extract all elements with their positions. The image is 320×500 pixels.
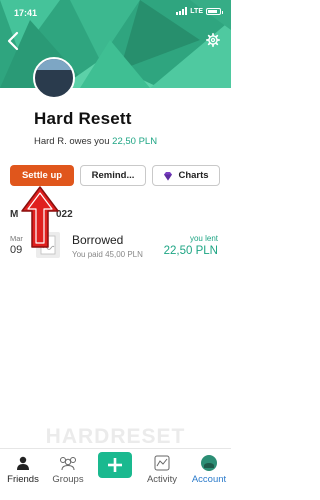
gear-icon[interactable]: [206, 33, 220, 47]
chevron-left-icon[interactable]: [5, 31, 21, 51]
balance-prefix: Hard R. owes you: [34, 136, 110, 147]
tab-bar: Friends Groups Activity Account: [0, 448, 231, 500]
balance-summary: Hard R. owes you 22,50 PLN: [34, 136, 157, 147]
tab-activity[interactable]: Activity: [139, 455, 185, 485]
battery-icon: [206, 7, 223, 15]
group-icon: [60, 457, 76, 471]
balance-amount: 22,50 PLN: [112, 136, 158, 147]
person-icon: [17, 456, 29, 470]
status-time: 17:41: [14, 8, 38, 18]
expense-amount: 22,50 PLN: [163, 245, 218, 257]
expense-title: Borrowed: [72, 233, 124, 247]
watermark: HARDRESET: [45, 425, 186, 448]
avatar[interactable]: [33, 57, 75, 99]
settle-up-button[interactable]: Settle up: [10, 165, 74, 186]
tab-account[interactable]: Account: [188, 455, 230, 485]
charts-button-label: Charts: [178, 170, 209, 181]
diamond-icon: [164, 171, 173, 180]
arrow-up-icon: [21, 186, 59, 248]
expense-status: you lent: [189, 234, 218, 243]
status-bar: 17:41 LTE: [0, 0, 231, 24]
month-label: M: [10, 209, 19, 220]
charts-button[interactable]: Charts: [152, 165, 220, 186]
expense-subtitle: You paid 45,00 PLN: [72, 250, 143, 259]
tab-friends-label: Friends: [7, 474, 39, 485]
plus-icon: [108, 458, 122, 472]
activity-chart-icon: [154, 455, 170, 471]
status-indicators: LTE: [176, 7, 223, 15]
friend-name: Hard Resett: [34, 109, 132, 128]
tab-groups[interactable]: Groups: [47, 455, 89, 485]
tab-account-label: Account: [191, 474, 227, 485]
tab-activity-label: Activity: [146, 474, 178, 485]
add-expense-button[interactable]: [98, 452, 132, 478]
tab-groups-label: Groups: [52, 474, 84, 485]
network-label: LTE: [190, 7, 203, 15]
tab-friends[interactable]: Friends: [3, 455, 43, 485]
signal-icon: [176, 7, 188, 15]
remind-button[interactable]: Remind...: [80, 165, 146, 186]
month-header: M 022: [10, 209, 73, 220]
account-avatar-icon: [201, 455, 217, 471]
